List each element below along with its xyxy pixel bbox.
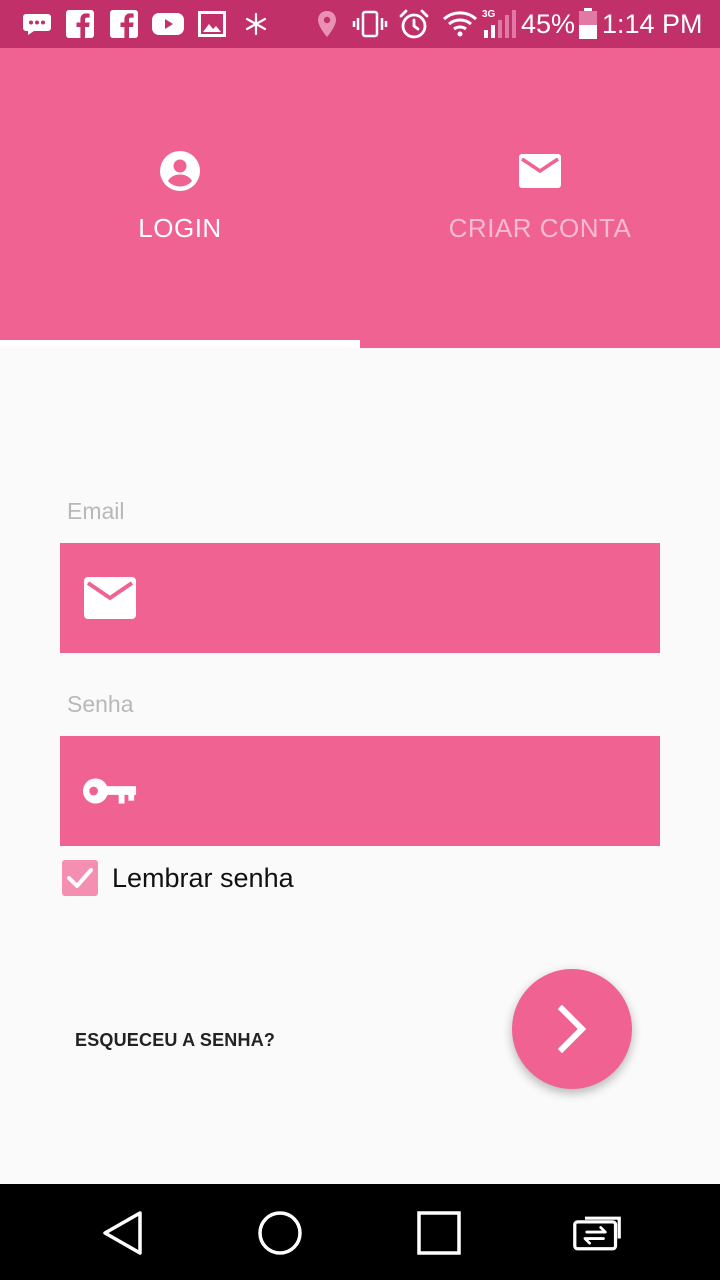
check-icon [67,868,93,888]
back-icon[interactable] [97,1208,147,1258]
remember-checkbox[interactable] [62,860,98,896]
email-input[interactable] [160,543,640,653]
signal-icon [482,10,516,45]
tab-indicator [0,340,360,348]
password-field[interactable] [60,736,660,846]
remember-label: Lembrar senha [112,862,294,893]
mail-icon [519,151,561,191]
mail-icon [82,573,138,623]
navigation-bar [0,1184,720,1280]
forgot-password-link[interactable]: ESQUECEU A SENHA? [75,1030,275,1051]
submit-button[interactable] [512,969,632,1089]
recents-icon[interactable] [414,1208,464,1258]
remember-password[interactable]: Lembrar senha [62,860,294,896]
tab-criar-conta-label: CRIAR CONTA [448,213,632,243]
status-indicators: 3G 45% 1:14 PM [0,0,720,48]
battery-icon [578,8,598,47]
email-label: Email [67,498,125,524]
tab-criar-conta[interactable]: CRIAR CONTA [360,48,720,348]
tab-login[interactable]: LOGIN [0,48,360,348]
tab-header: LOGIN CRIAR CONTA [0,48,720,348]
home-icon[interactable] [255,1208,305,1258]
key-icon [82,766,138,816]
clock: 1:14 PM [602,9,703,39]
tab-login-label: LOGIN [138,213,222,243]
email-field[interactable] [60,543,660,653]
wifi-icon [442,9,478,46]
switch-apps-icon[interactable] [572,1208,622,1258]
password-label: Senha [67,691,134,717]
chevron-right-icon [557,1005,587,1053]
account-circle-icon [159,151,201,191]
password-input[interactable] [160,736,640,846]
battery-percent: 45% [521,9,576,39]
